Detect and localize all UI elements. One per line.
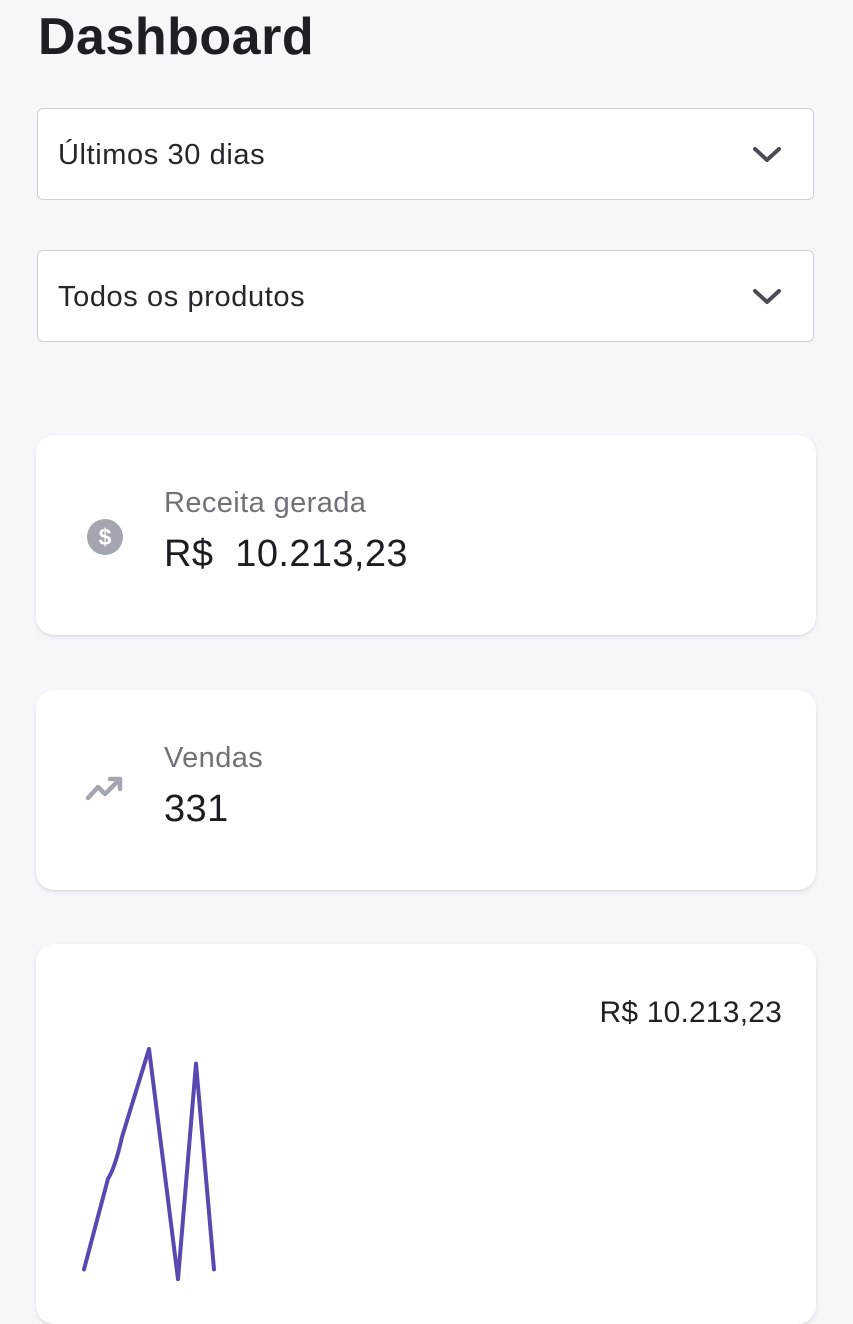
product-select[interactable]: Todos os produtos	[37, 250, 814, 342]
period-select-value: Últimos 30 dias	[58, 139, 266, 171]
sales-card: Vendas 331	[36, 690, 816, 890]
chevron-down-icon	[753, 147, 781, 162]
sales-label: Vendas	[164, 742, 264, 774]
page-title: Dashboard	[38, 8, 315, 66]
revenue-card: $ Receita gerada R$ 10.213,23	[36, 435, 816, 635]
sales-value: 331	[164, 788, 229, 830]
revenue-chart-card: R$ 10.213,23	[36, 944, 816, 1324]
chart-series-line	[82, 1046, 216, 1282]
revenue-label: Receita gerada	[164, 487, 367, 519]
period-select[interactable]: Últimos 30 dias	[37, 108, 814, 200]
product-select-value: Todos os produtos	[58, 281, 306, 313]
trending-up-icon	[85, 776, 123, 801]
revenue-value: R$ 10.213,23	[164, 533, 408, 575]
svg-text:$: $	[99, 524, 112, 550]
chevron-down-icon	[753, 289, 781, 304]
revenue-line-chart	[82, 1046, 216, 1282]
dollar-circle-icon: $	[87, 519, 123, 555]
